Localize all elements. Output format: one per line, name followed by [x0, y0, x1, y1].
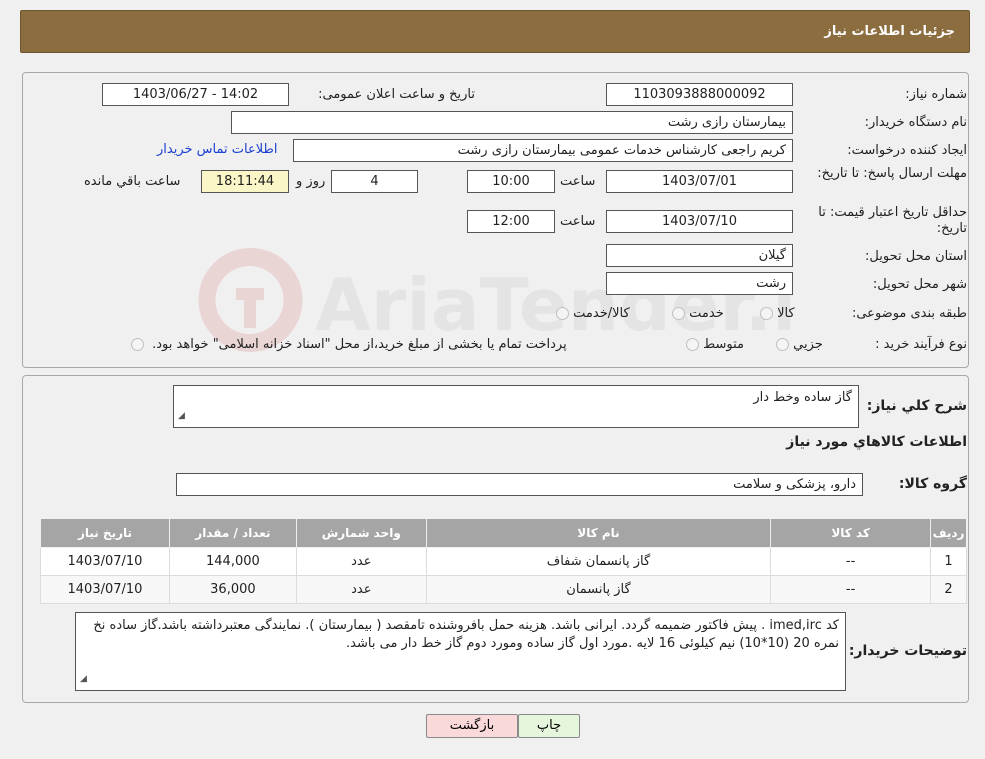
cell-name: گاز پانسمان شفاف — [425, 547, 772, 576]
summary-textarea[interactable]: گاز ساده وخط دار ◢ — [173, 385, 859, 428]
col-row: رديف — [930, 518, 967, 548]
buyer-notes-textarea[interactable]: کد imed,irc . پیش فاکتور ضمیمه گردد. ایر… — [75, 612, 846, 691]
cell-row: 1 — [930, 547, 967, 576]
requester-label: ایجاد کننده درخواست: — [847, 143, 967, 158]
cell-date: 1403/07/10 — [40, 575, 170, 604]
resize-grip-icon[interactable]: ◢ — [178, 407, 185, 425]
time-left-field: 18:11:44 — [201, 170, 289, 193]
resize-grip-icon[interactable]: ◢ — [80, 670, 87, 688]
cell-date: 1403/07/10 — [40, 547, 170, 576]
back-button[interactable]: بازگشت — [426, 714, 518, 738]
reply-date-field: 1403/07/01 — [606, 170, 793, 193]
province-label: استان محل تحویل: — [865, 249, 967, 264]
summary-label: شرح كلي نياز: — [866, 398, 967, 414]
buyer-contact-link[interactable]: اطلاعات تماس خریدار — [157, 142, 277, 157]
print-button[interactable]: چاپ — [518, 714, 580, 738]
goods-table-header: رديف كد كالا نام كالا واحد شمارش تعداد /… — [40, 518, 967, 548]
table-row[interactable]: 2 -- گاز پانسمان عدد 36,000 1403/07/10 — [40, 575, 967, 604]
cell-row: 2 — [930, 575, 967, 604]
validity-date-field: 1403/07/10 — [606, 210, 793, 233]
col-unit: واحد شمارش — [295, 518, 427, 548]
cell-code: -- — [770, 575, 932, 604]
process-minor-radio[interactable] — [776, 338, 789, 351]
page-title-bar: جزئیات اطلاعات نیاز — [20, 10, 970, 53]
buyer-org-field: بیمارستان رازی رشت — [231, 111, 793, 134]
announce-datetime-field: 1403/06/27 - 14:02 — [102, 83, 289, 106]
summary-text: گاز ساده وخط دار — [753, 390, 852, 405]
category-label: طبقه بندی موضوعی: — [851, 306, 967, 321]
category-option-goods[interactable]: كالا — [760, 306, 795, 321]
category-goods-service-label: كالا/خدمت — [573, 306, 630, 321]
buyer-notes-label: توضیحات خریدار: — [848, 643, 967, 659]
category-option-goods-service[interactable]: كالا/خدمت — [556, 306, 630, 321]
validity-time-label: ساعت — [560, 214, 596, 229]
cell-unit: عدد — [295, 575, 427, 604]
need-number-label: شماره نیاز: — [905, 87, 967, 102]
day-and-label: روز و — [296, 174, 326, 189]
remaining-label: ساعت باقي مانده — [84, 174, 181, 189]
category-service-radio[interactable] — [672, 307, 685, 320]
goods-table: رديف كد كالا نام كالا واحد شمارش تعداد /… — [40, 518, 967, 604]
cell-unit: عدد — [295, 547, 427, 576]
col-date: تاریخ نیاز — [40, 518, 170, 548]
cell-code: -- — [770, 547, 932, 576]
process-option-minor[interactable]: جزيي — [776, 337, 823, 352]
page-title: جزئیات اطلاعات نیاز — [824, 24, 955, 39]
cell-quantity: 36,000 — [168, 575, 297, 604]
cell-quantity: 144,000 — [168, 547, 297, 576]
process-minor-label: جزيي — [793, 337, 823, 352]
process-option-medium[interactable]: متوسط — [686, 337, 744, 352]
validity-time-field: 12:00 — [467, 210, 555, 233]
col-quantity: تعداد / مقدار — [168, 518, 297, 548]
category-option-service[interactable]: خدمت — [672, 306, 724, 321]
category-goods-radio[interactable] — [760, 307, 773, 320]
category-goods-service-radio[interactable] — [556, 307, 569, 320]
buyer-org-label: نام دستگاه خریدار: — [864, 115, 967, 130]
process-note: پرداخت تمام یا بخشی از مبلغ خرید،از محل … — [131, 337, 567, 352]
col-name: نام كالا — [425, 518, 772, 548]
days-left-field: 4 — [331, 170, 418, 193]
need-number-field: 1103093888000092 — [606, 83, 793, 106]
process-note-checkbox[interactable] — [131, 338, 144, 351]
city-label: شهر محل تحویل: — [872, 277, 967, 292]
col-code: كد كالا — [770, 518, 932, 548]
reply-time-field: 10:00 — [467, 170, 555, 193]
province-field: گیلان — [606, 244, 793, 267]
announce-datetime-label: تاریخ و ساعت اعلان عمومی: — [318, 87, 475, 102]
city-field: رشت — [606, 272, 793, 295]
goods-group-label: گروه كالا: — [898, 476, 967, 492]
process-note-text: پرداخت تمام یا بخشی از مبلغ خرید،از محل … — [152, 337, 567, 352]
process-type-label: نوع فرآیند خرید : — [875, 337, 967, 352]
process-medium-radio[interactable] — [686, 338, 699, 351]
process-medium-label: متوسط — [703, 337, 744, 352]
category-goods-label: كالا — [777, 306, 795, 321]
reply-time-label: ساعت — [560, 174, 596, 189]
requester-field: کریم راجعی کارشناس خدمات عمومی بیمارستان… — [293, 139, 793, 162]
table-row[interactable]: 1 -- گاز پانسمان شفاف عدد 144,000 1403/0… — [40, 547, 967, 576]
buyer-notes-text: کد imed,irc . پیش فاکتور ضمیمه گردد. ایر… — [93, 618, 839, 651]
goods-info-heading: اطلاعات كالاهاي مورد نياز — [786, 434, 967, 450]
cell-name: گاز پانسمان — [425, 575, 772, 604]
category-service-label: خدمت — [689, 306, 724, 321]
price-validity-label: حداقل تاریخ اعتبار قیمت: تا تاریخ: — [818, 205, 967, 236]
reply-deadline-label: مهلت ارسال پاسخ: تا تاریخ: — [817, 166, 967, 181]
goods-group-field: دارو، پزشکی و سلامت — [176, 473, 863, 496]
